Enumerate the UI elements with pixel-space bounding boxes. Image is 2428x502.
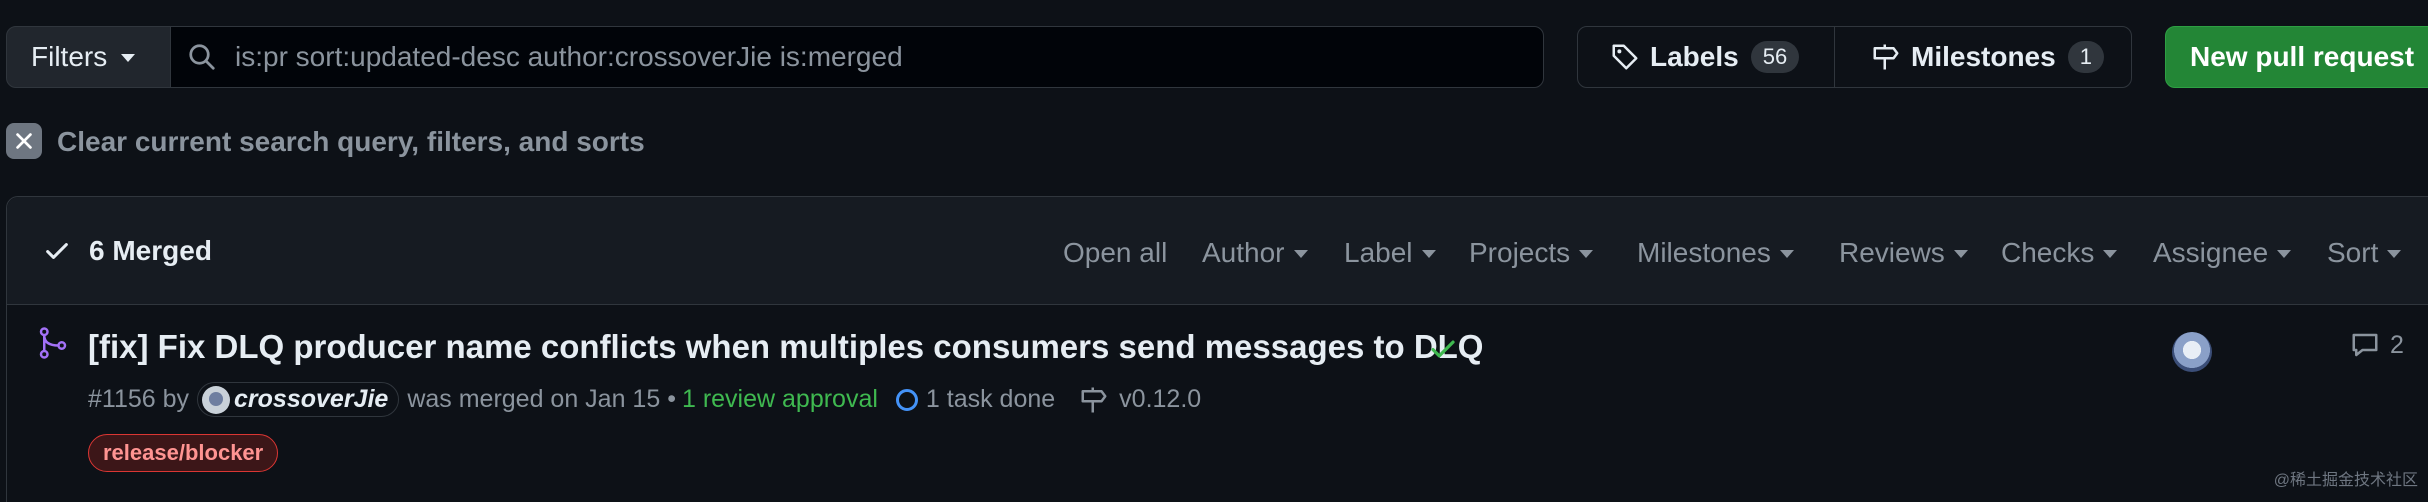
milestone-link[interactable]: v0.12.0 (1079, 385, 1201, 415)
checks-filter[interactable]: Checks (2001, 237, 2118, 269)
task-progress: 1 task done (895, 385, 1056, 414)
milestones-label: Milestones (1911, 41, 2056, 72)
new-pull-request-button[interactable]: New pull request (2165, 26, 2428, 88)
milestones-button[interactable]: Milestones 1 (1834, 26, 2132, 88)
reviews-filter-label: Reviews (1839, 237, 1945, 268)
assignee-filter-label: Assignee (2153, 237, 2269, 268)
chevron-down-icon (1953, 250, 1968, 258)
milestones-filter-label: Milestones (1637, 237, 1771, 268)
author-filter[interactable]: Author (1202, 237, 1308, 269)
milestone-name: v0.12.0 (1119, 385, 1202, 413)
comment-icon (2352, 333, 2378, 357)
tag-icon (1612, 44, 1638, 70)
pr-by: by (162, 385, 190, 413)
sort-filter[interactable]: Sort (2327, 237, 2402, 269)
reviews-filter[interactable]: Reviews (1839, 237, 1968, 269)
merged-filter-tab[interactable]: 6 Merged (43, 235, 212, 267)
merged-date: was merged on Jan 15 (407, 385, 661, 413)
avatar (202, 385, 231, 414)
chevron-down-icon (1421, 250, 1436, 258)
author-link[interactable]: crossoverJie (197, 382, 400, 417)
clear-filters-link[interactable]: Clear current search query, filters, and… (57, 126, 645, 158)
projects-filter[interactable]: Projects (1469, 237, 1594, 269)
search-icon (189, 44, 215, 70)
clear-filters-button[interactable] (6, 123, 42, 159)
chevron-down-icon (1579, 250, 1594, 258)
milestones-count: 1 (2067, 41, 2104, 73)
pr-number: #1156 (88, 385, 156, 413)
pr-meta: #1156 by crossoverJie was merged on Jan … (88, 382, 1201, 417)
sort-filter-label: Sort (2327, 237, 2379, 268)
separator-dot: • (667, 385, 676, 413)
filters-button[interactable]: Filters (6, 26, 171, 88)
filters-label: Filters (31, 41, 108, 72)
milestone-icon (1873, 44, 1899, 70)
git-merge-icon (39, 327, 67, 359)
labels-count: 56 (1750, 41, 1800, 73)
open-all-label: Open all (1063, 237, 1168, 268)
search-query: is:pr sort:updated-desc author:crossover… (235, 41, 903, 72)
labels-button[interactable]: Labels 56 (1577, 26, 1835, 88)
pr-title-link[interactable]: [fix] Fix DLQ producer name conflicts wh… (88, 328, 1483, 366)
label-filter-label: Label (1344, 237, 1413, 268)
chevron-down-icon (121, 54, 136, 62)
comment-count: 2 (2390, 330, 2404, 359)
review-approval-link[interactable]: 1 review approval (682, 385, 878, 414)
merged-count: 6 Merged (89, 235, 212, 266)
label-filter[interactable]: Label (1344, 237, 1436, 269)
milestones-filter[interactable]: Milestones (1637, 237, 1794, 269)
open-all-button[interactable]: Open all (1063, 237, 1167, 269)
projects-filter-label: Projects (1469, 237, 1571, 268)
comments-link[interactable]: 2 (2350, 330, 2404, 360)
list-header: 6 Merged Open all Author Label Projects … (7, 197, 2428, 305)
assignee-avatar[interactable] (2172, 332, 2212, 372)
chevron-down-icon (2387, 250, 2402, 258)
labels-label: Labels (1650, 41, 1739, 72)
close-icon (16, 133, 32, 149)
chevron-down-icon (1779, 250, 1794, 258)
assignee-filter[interactable]: Assignee (2153, 237, 2292, 269)
check-success-icon[interactable] (1428, 334, 1458, 364)
chevron-down-icon (1293, 250, 1308, 258)
label-release-blocker[interactable]: release/blocker (88, 434, 279, 472)
task-text: 1 task done (925, 385, 1056, 413)
chevron-down-icon (2277, 250, 2292, 258)
search-input[interactable]: is:pr sort:updated-desc author:crossover… (170, 26, 1544, 88)
author-name: crossoverJie (234, 385, 389, 413)
check-icon (46, 243, 68, 259)
watermark: @稀土掘金技术社区 (2273, 472, 2418, 489)
author-filter-label: Author (1202, 237, 1285, 268)
progress-circle-icon (895, 388, 918, 411)
chevron-down-icon (2103, 250, 2118, 258)
checks-filter-label: Checks (2001, 237, 2095, 268)
milestone-icon (1081, 387, 1107, 412)
